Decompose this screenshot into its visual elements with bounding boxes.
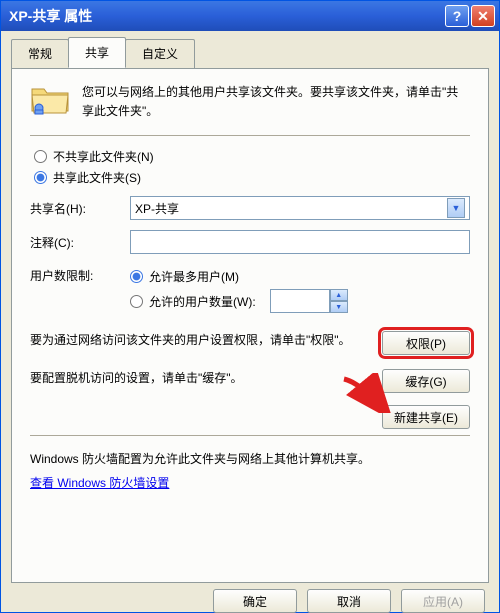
apply-button[interactable]: 应用(A) [401,589,485,613]
radio-count-users[interactable] [130,295,143,308]
share-name-label: 共享名(H): [30,200,130,217]
tab-custom[interactable]: 自定义 [125,39,195,68]
help-button[interactable]: ? [445,5,469,27]
user-count-input[interactable] [270,289,330,313]
firewall-text: Windows 防火墙配置为允许此文件夹与网络上其他计算机共享。 [30,450,470,468]
permissions-button[interactable]: 权限(P) [382,331,470,355]
tab-sharing[interactable]: 共享 [68,37,126,68]
intro-text: 您可以与网络上的其他用户共享该文件夹。要共享该文件夹，请单击"共享此文件夹"。 [82,83,470,121]
chevron-down-icon[interactable]: ▼ [447,198,465,218]
new-share-button[interactable]: 新建共享(E) [382,405,470,429]
divider [30,135,470,136]
comment-label: 注释(C): [30,234,130,251]
radio-share[interactable] [34,171,47,184]
dialog-button-row: 确定 取消 应用(A) [1,583,499,613]
radio-max-users[interactable] [130,270,143,283]
cache-desc: 要配置脱机访问的设置，请单击"缓存"。 [30,369,368,387]
properties-dialog: XP-共享 属性 ? ✕ 常规 共享 自定义 您可以与网络上的其他用户共享该文件… [0,0,500,613]
intro-row: 您可以与网络上的其他用户共享该文件夹。要共享该文件夹，请单击"共享此文件夹"。 [30,83,470,121]
label-count-users: 允许的用户数量(W): [149,293,256,310]
divider [30,435,470,436]
permissions-desc: 要为通过网络访问该文件夹的用户设置权限，请单击"权限"。 [30,331,368,349]
ok-button[interactable]: 确定 [213,589,297,613]
share-name-select[interactable]: XP-共享 ▼ [130,196,470,220]
share-name-value: XP-共享 [135,200,447,217]
label-no-share: 不共享此文件夹(N) [53,148,154,165]
spinner-down-icon[interactable]: ▼ [330,301,348,313]
sharing-panel: 您可以与网络上的其他用户共享该文件夹。要共享该文件夹，请单击"共享此文件夹"。 … [11,68,489,583]
label-max-users: 允许最多用户(M) [149,268,239,285]
cache-button[interactable]: 缓存(G) [382,369,470,393]
comment-input[interactable] [130,230,470,254]
tab-general[interactable]: 常规 [11,39,69,68]
cancel-button[interactable]: 取消 [307,589,391,613]
tab-strip: 常规 共享 自定义 [1,31,499,68]
firewall-link[interactable]: 查看 Windows 防火墙设置 [30,474,169,491]
spinner-up-icon[interactable]: ▲ [330,289,348,301]
window-title: XP-共享 属性 [9,6,445,26]
close-button[interactable]: ✕ [471,5,495,27]
label-share: 共享此文件夹(S) [53,169,141,186]
shared-folder-icon [30,83,70,115]
titlebar: XP-共享 属性 ? ✕ [1,1,499,31]
user-limit-label: 用户数限制: [30,264,130,317]
radio-no-share[interactable] [34,150,47,163]
